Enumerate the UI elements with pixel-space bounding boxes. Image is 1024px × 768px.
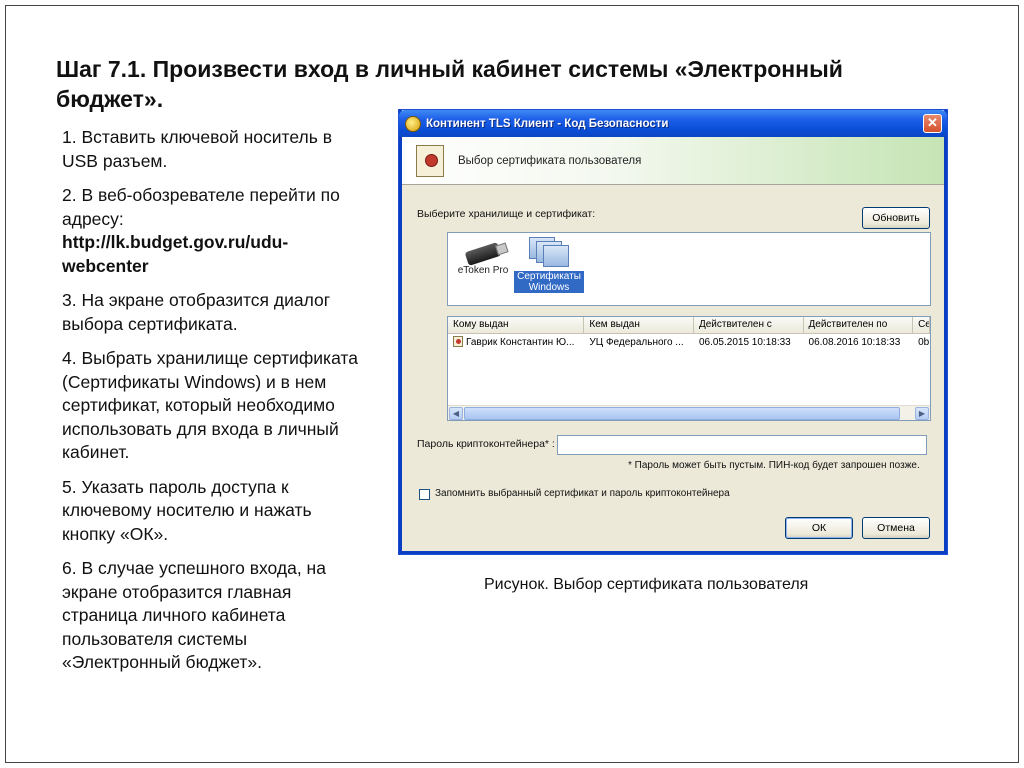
scroll-right-icon[interactable]: ▶ — [915, 407, 929, 420]
refresh-button[interactable]: Обновить — [862, 207, 930, 229]
remember-checkbox[interactable] — [419, 489, 430, 500]
column-header[interactable]: Се — [913, 317, 930, 333]
remember-label: Запомнить выбранный сертификат и пароль … — [435, 488, 730, 499]
store-item-windows[interactable]: Сертификаты Windows — [514, 237, 584, 299]
cell-valid-to: 06.08.2016 10:18:33 — [808, 337, 901, 348]
scroll-thumb[interactable] — [464, 407, 900, 420]
step-text: 2. В веб-обозревателе перейти по адресу: — [62, 185, 340, 229]
certificate-dialog: Континент TLS Клиент - Код Безопасности … — [399, 110, 947, 554]
page-title: Шаг 7.1. Произвести вход в личный кабине… — [56, 56, 843, 112]
cell-issued-to: Гаврик Константин Ю... — [448, 334, 584, 351]
horizontal-scrollbar[interactable]: ◀ ▶ — [448, 405, 930, 420]
step-text: 1. Вставить ключевой носитель в USB разъ… — [62, 127, 333, 171]
certificate-table: Кому выдан Кем выдан Действителен с Дейс… — [447, 316, 931, 421]
column-header[interactable]: Действителен по — [804, 317, 914, 333]
password-input[interactable] — [557, 435, 927, 455]
step-text: 5. Указать пароль доступа к ключевому но… — [62, 476, 312, 544]
certificate-icon — [416, 144, 444, 177]
column-header[interactable]: Кем выдан — [584, 317, 694, 333]
cell-valid-from: 06.05.2015 10:18:33 — [698, 337, 791, 348]
step-5: 5. Указать пароль доступа к ключевому но… — [62, 476, 362, 547]
step-6: 6. В случае успешного входа, на экране о… — [62, 557, 362, 675]
step-3: 3. На экране отобразится диалог выбора с… — [62, 289, 362, 336]
dialog-title: Континент TLS Клиент - Код Безопасности — [426, 117, 669, 130]
close-button[interactable]: ✕ — [923, 114, 942, 133]
cell-serial: 0b — [918, 337, 930, 348]
cell-text: Гаврик Константин Ю... — [466, 337, 575, 348]
figure-caption: Рисунок. Выбор сертификата пользователя — [484, 576, 809, 593]
ok-button[interactable]: ОК — [785, 517, 853, 539]
column-header[interactable]: Кому выдан — [448, 317, 585, 333]
usb-token-icon — [464, 242, 502, 266]
certificate-icon — [453, 336, 463, 347]
banner-title: Выбор сертификата пользователя — [458, 154, 642, 167]
step-text: 4. Выбрать хранилище сертификата (Сертиф… — [62, 348, 358, 462]
store-list: eToken Pro Сертификаты Windows — [447, 232, 931, 306]
table-header: Кому выдан Кем выдан Действителен с Дейс… — [448, 317, 930, 334]
certificates-icon — [529, 237, 569, 267]
step-text: 6. В случае успешного входа, на экране о… — [62, 558, 326, 672]
scroll-left-icon[interactable]: ◀ — [449, 407, 463, 420]
store-label: Выберите хранилище и сертификат: — [417, 208, 596, 220]
table-row[interactable]: Гаврик Константин Ю... УЦ Федерального .… — [448, 334, 930, 351]
dialog-titlebar[interactable]: Континент TLS Клиент - Код Безопасности … — [399, 110, 947, 137]
password-label: Пароль криптоконтейнера* : — [417, 438, 555, 450]
password-note: * Пароль может быть пустым. ПИН-код буде… — [628, 460, 920, 471]
step-2: 2. В веб-обозревателе перейти по адресу:… — [62, 184, 362, 278]
step-1: 1. Вставить ключевой носитель в USB разъ… — [62, 126, 362, 173]
step-text: 3. На экране отобразится диалог выбора с… — [62, 290, 331, 334]
budget-url: http://lk.budget.gov.ru/udu-webcenter — [62, 232, 289, 276]
dialog-banner: Выбор сертификата пользователя — [402, 137, 944, 185]
column-header[interactable]: Действителен с — [694, 317, 804, 333]
instruction-list: 1. Вставить ключевой носитель в USB разъ… — [62, 126, 362, 686]
cell-issued-by: УЦ Федерального ... — [589, 337, 684, 348]
store-caption: eToken Pro — [457, 265, 509, 276]
app-icon — [405, 115, 421, 132]
step-4: 4. Выбрать хранилище сертификата (Сертиф… — [62, 347, 362, 465]
store-caption: Сертификаты Windows — [514, 271, 584, 293]
store-item-etoken[interactable]: eToken Pro — [448, 237, 518, 299]
cancel-button[interactable]: Отмена — [862, 517, 930, 539]
